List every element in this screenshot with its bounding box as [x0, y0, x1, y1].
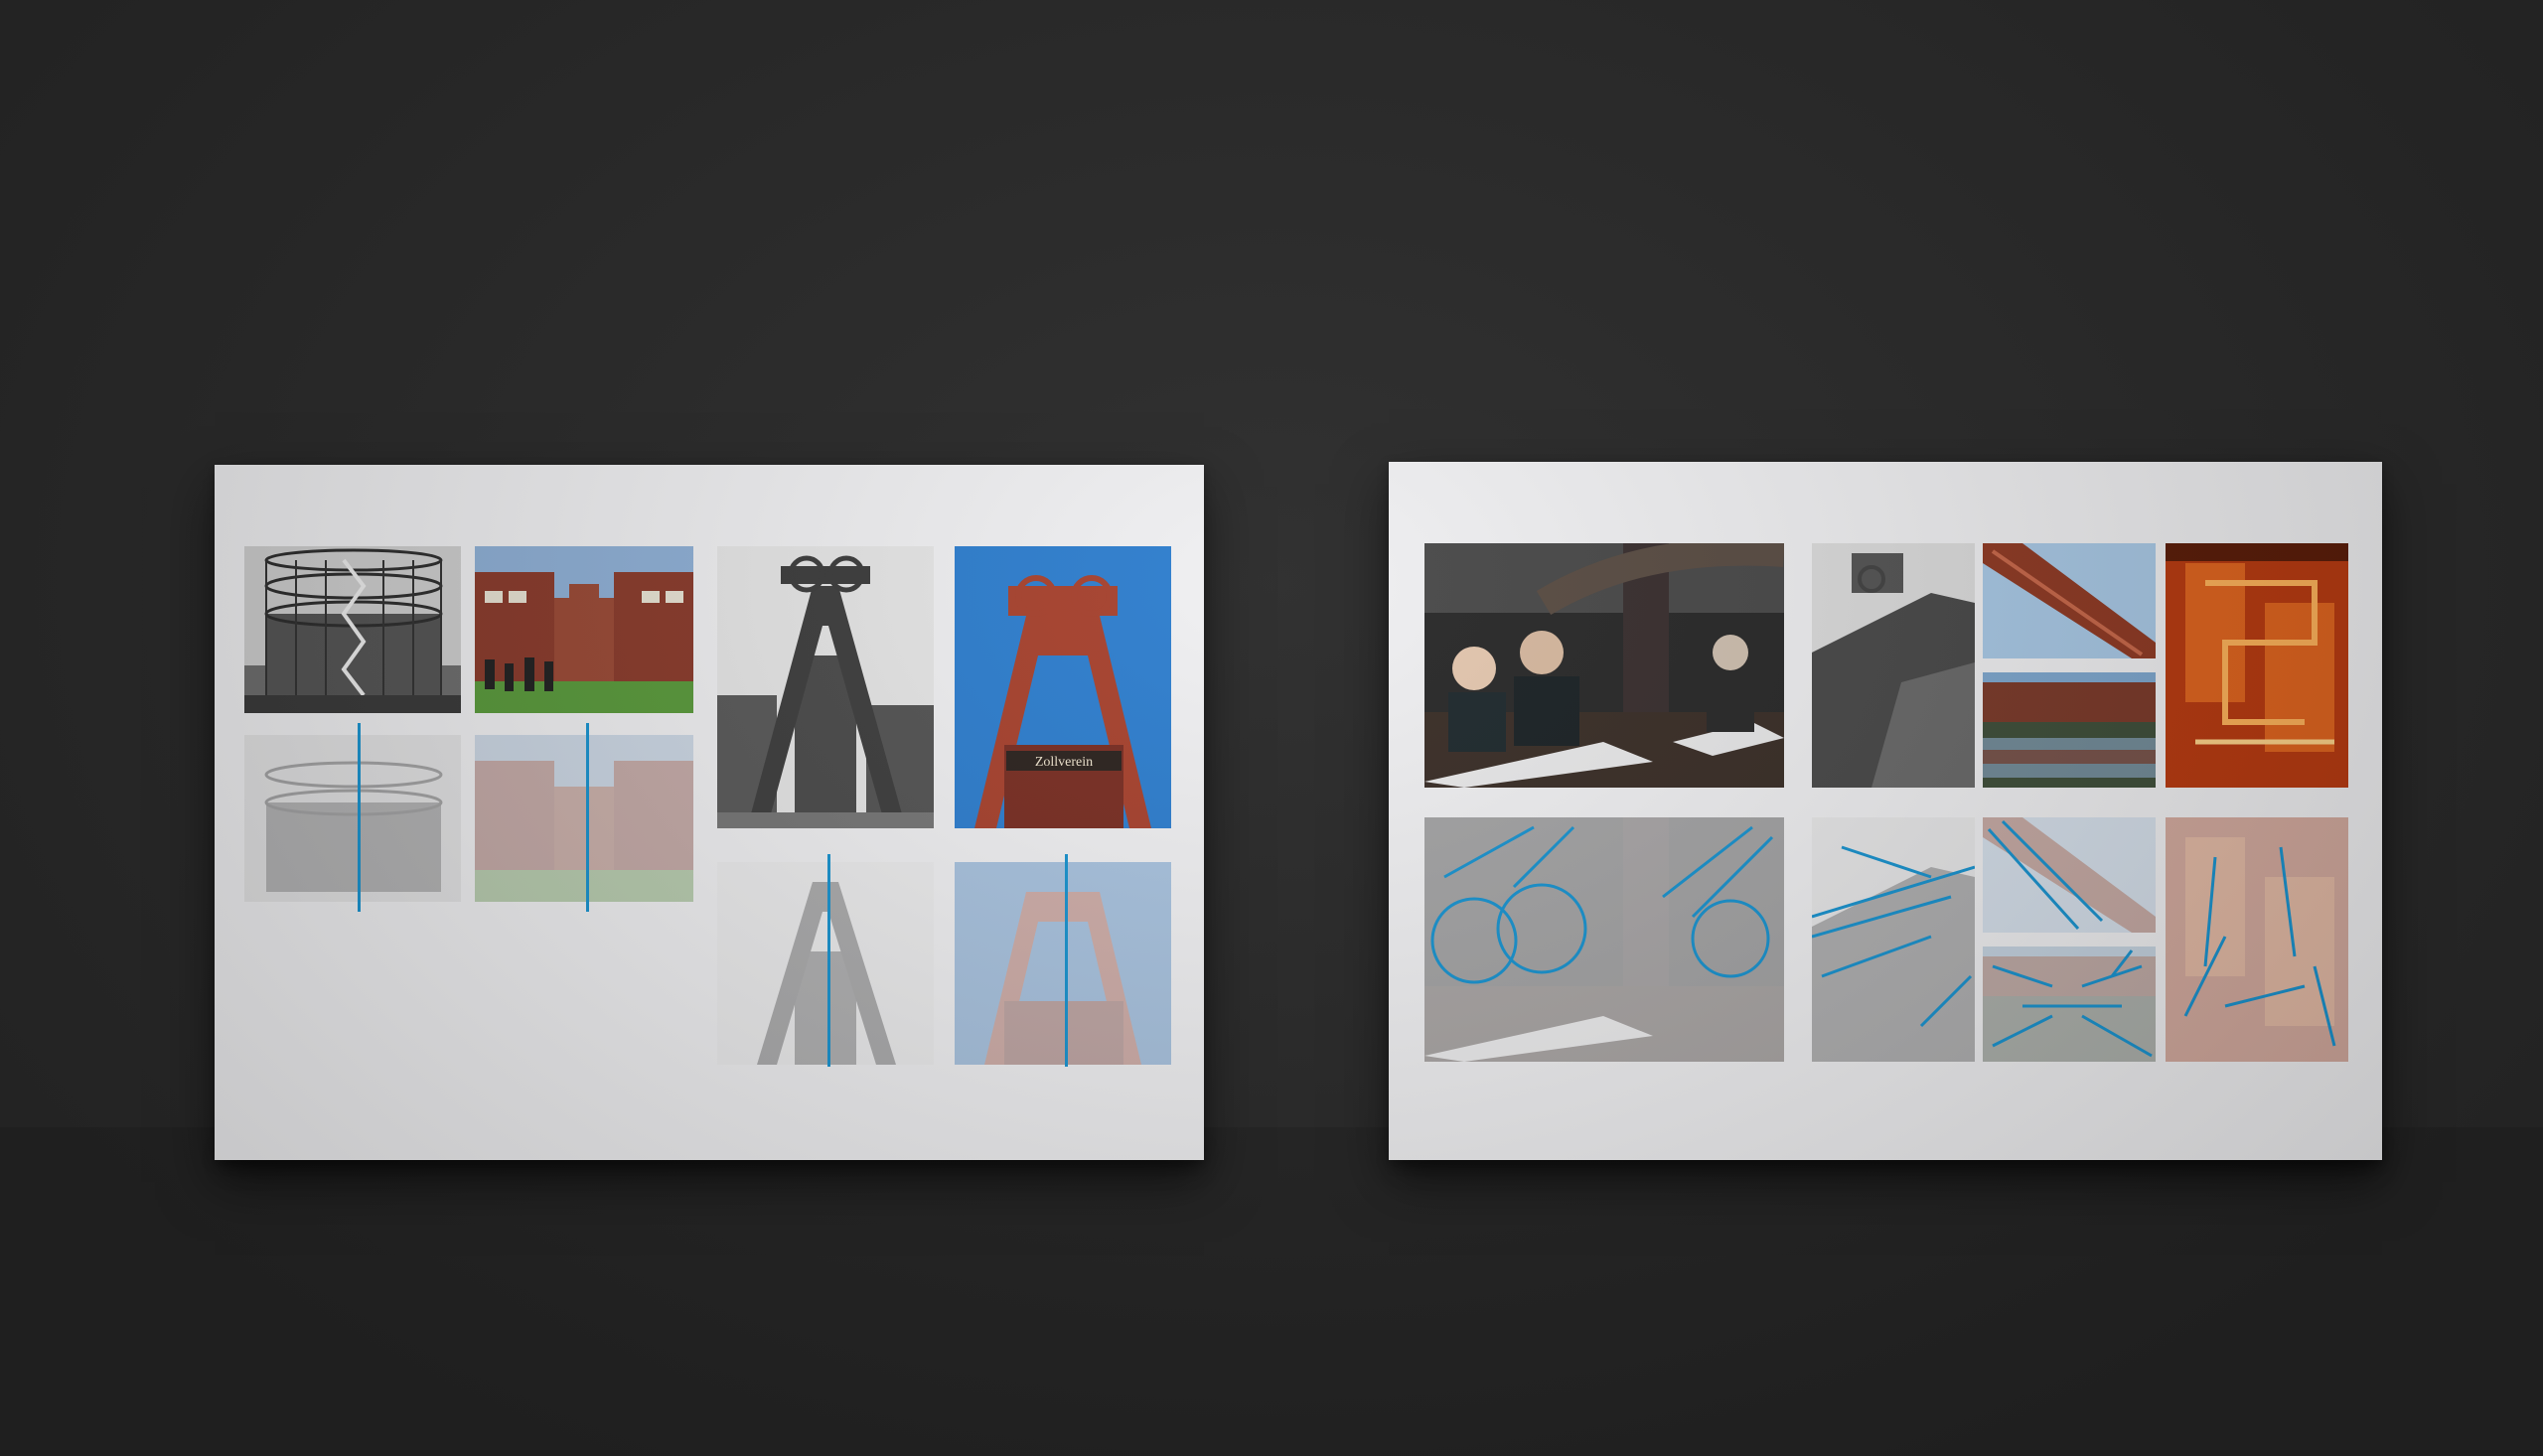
- overlay-circles-lines: [1430, 825, 1774, 984]
- overlay-headframe-color: [955, 862, 1171, 1065]
- right-presentation-board: [1389, 462, 2382, 1160]
- guide-line-headframe-bw: [827, 854, 830, 1067]
- overlay-lines-beam: [1987, 819, 2104, 931]
- photo-red-beam: [1983, 543, 2156, 658]
- overlay-brick-courtyard: [475, 735, 693, 902]
- floor-background: [0, 1127, 2543, 1456]
- guide-line-gasometer: [358, 723, 361, 912]
- overlay-lines-pool: [1992, 949, 2153, 1058]
- photo-headframe-bw: [717, 546, 934, 828]
- photo-reflection-pool: [1983, 672, 2156, 788]
- guide-line-headframe-color: [1065, 854, 1068, 1067]
- photo-people-at-table: [1424, 543, 1784, 788]
- overlay-lines-corner: [1812, 845, 1975, 1028]
- photo-brick-courtyard: [475, 546, 693, 713]
- overlay-gasometer: [244, 735, 461, 902]
- overlay-headframe-bw: [717, 862, 934, 1065]
- overlay-lines-staircase: [2183, 846, 2336, 1047]
- photo-headframe-color: Zollverein: [955, 546, 1171, 828]
- guide-line-courtyard: [586, 723, 589, 912]
- photo-orange-staircase: [2166, 543, 2348, 788]
- left-presentation-board: Zollverein: [215, 465, 1204, 1160]
- photo-headframe-corner: [1812, 543, 1975, 788]
- photo-gasometer: [244, 546, 461, 713]
- zollverein-sign-text: Zollverein: [1035, 755, 1093, 770]
